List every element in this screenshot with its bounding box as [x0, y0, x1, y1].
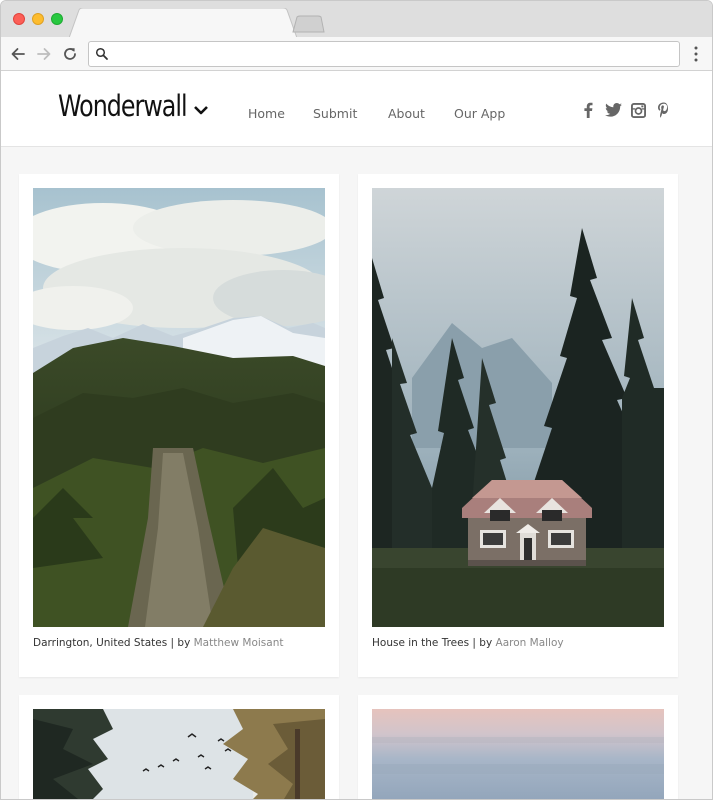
- nav-link-home[interactable]: Home: [248, 106, 285, 121]
- back-arrow-icon[interactable]: [8, 44, 28, 64]
- post-image[interactable]: [372, 188, 664, 627]
- nav-link-about[interactable]: About: [388, 106, 425, 121]
- search-icon: [95, 47, 108, 60]
- browser-window: Wonderwall Home Submit About Our App Dar…: [0, 0, 713, 800]
- post-author-link[interactable]: Matthew Moisant: [194, 637, 284, 649]
- post-card: [358, 695, 678, 800]
- post-image[interactable]: [33, 188, 325, 627]
- browser-toolbar: [1, 37, 712, 71]
- minimize-window-button[interactable]: [32, 13, 44, 25]
- browser-titlebar: [1, 1, 712, 38]
- new-tab-button[interactable]: [291, 15, 325, 33]
- maximize-window-button[interactable]: [51, 13, 63, 25]
- more-vert-icon[interactable]: [689, 44, 703, 64]
- url-input[interactable]: [115, 45, 675, 63]
- forward-arrow-icon[interactable]: [34, 44, 54, 64]
- site-header: Wonderwall Home Submit About Our App: [1, 71, 712, 147]
- post-card: House in the Trees | by Aaron Malloy: [358, 174, 678, 677]
- post-card: Darrington, United States | by Matthew M…: [19, 174, 339, 677]
- reload-icon[interactable]: [60, 44, 80, 64]
- post-location: House in the Trees: [372, 637, 470, 649]
- facebook-icon[interactable]: [579, 101, 597, 119]
- close-window-button[interactable]: [13, 13, 25, 25]
- post-card: [19, 695, 339, 800]
- post-location: Darrington, United States: [33, 637, 168, 649]
- post-separator: | by: [167, 637, 194, 649]
- post-author-link[interactable]: Aaron Malloy: [496, 637, 564, 649]
- address-bar[interactable]: [88, 41, 680, 67]
- site-logo[interactable]: Wonderwall: [58, 89, 188, 123]
- pinterest-icon[interactable]: [654, 101, 672, 119]
- post-image[interactable]: [372, 709, 664, 800]
- nav-link-our-app[interactable]: Our App: [454, 106, 505, 121]
- twitter-icon[interactable]: [604, 101, 622, 119]
- nav-link-submit[interactable]: Submit: [313, 106, 357, 121]
- browser-tab-active[interactable]: [69, 8, 297, 38]
- post-separator: | by: [469, 637, 496, 649]
- post-caption: House in the Trees | by Aaron Malloy: [372, 637, 564, 649]
- chevron-down-icon[interactable]: [193, 103, 209, 117]
- instagram-icon[interactable]: [629, 101, 647, 119]
- post-image[interactable]: [33, 709, 325, 800]
- post-caption: Darrington, United States | by Matthew M…: [33, 637, 283, 649]
